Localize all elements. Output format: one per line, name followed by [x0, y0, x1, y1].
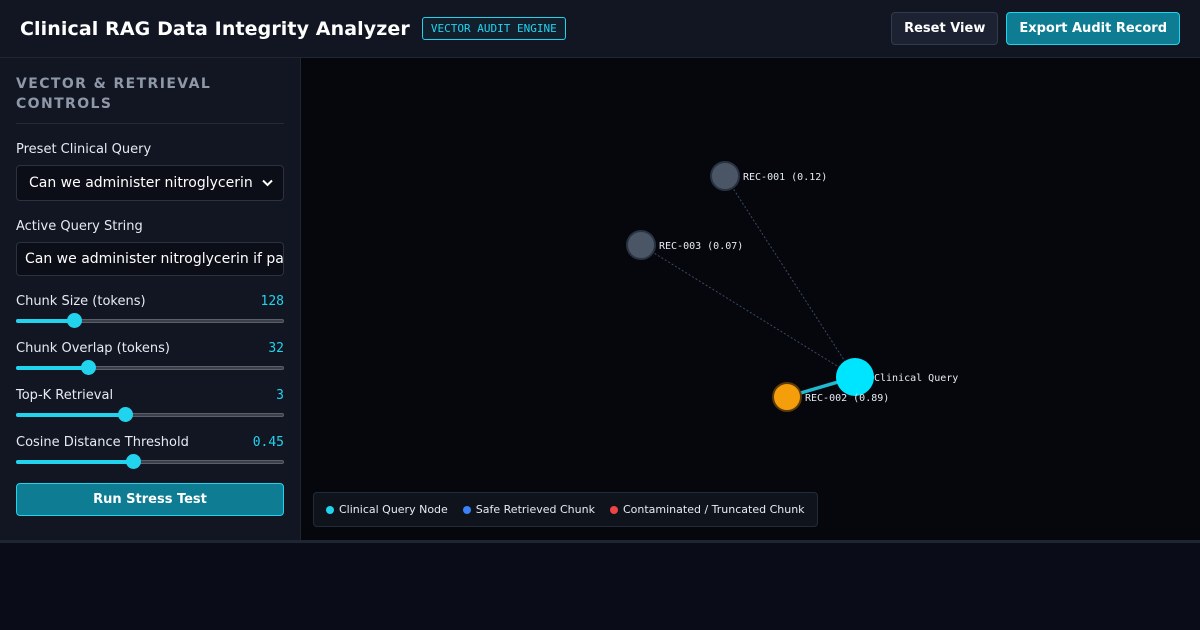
- chunk-label: REC-003 (0.07): [659, 241, 743, 252]
- vector-graph[interactable]: REC-001 (0.12) REC-003 (0.07) REC-002 (0…: [301, 58, 1200, 540]
- graph-legend: Clinical Query Node Safe Retrieved Chunk…: [313, 492, 818, 527]
- top-k-header: Top-K Retrieval 3: [16, 388, 284, 403]
- chunk-node-rec-001[interactable]: [710, 161, 740, 191]
- chunk-overlap-label: Chunk Overlap (tokens): [16, 341, 170, 356]
- slider-thumb[interactable]: [118, 407, 134, 422]
- slider-thumb[interactable]: [67, 313, 83, 328]
- chunk-node-rec-003[interactable]: [626, 230, 656, 260]
- engine-badge: VECTOR AUDIT ENGINE: [421, 17, 566, 40]
- slider-fill: [16, 460, 134, 464]
- chunk-size-slider[interactable]: [16, 313, 284, 328]
- chunk-label: REC-001 (0.12): [743, 172, 827, 183]
- app-header: Clinical RAG Data Integrity Analyzer VEC…: [0, 0, 1200, 58]
- legend-label: Clinical Query Node: [339, 503, 448, 516]
- top-k-label: Top-K Retrieval: [16, 388, 114, 403]
- chunk-overlap-group: Chunk Overlap (tokens) 32: [16, 341, 284, 375]
- chunk-size-group: Chunk Size (tokens) 128: [16, 294, 284, 328]
- cosine-threshold-label: Cosine Distance Threshold: [16, 435, 189, 450]
- slider-fill: [16, 413, 126, 417]
- chevron-down-icon: [262, 177, 273, 190]
- cosine-threshold-slider[interactable]: [16, 454, 284, 469]
- chunk-overlap-value: 32: [268, 341, 284, 356]
- clinical-query-node[interactable]: [836, 358, 874, 396]
- legend-dot-safe: [462, 505, 471, 514]
- legend-dot-contaminated: [609, 505, 618, 514]
- chunk-size-label: Chunk Size (tokens): [16, 294, 146, 309]
- legend-item: Safe Retrieved Chunk: [462, 503, 595, 516]
- active-query-label: Active Query String: [16, 219, 143, 234]
- preset-query-select[interactable]: Can we administer nitroglycerin if pa: [16, 165, 284, 201]
- active-query-input[interactable]: Can we administer nitroglycerin if pa: [16, 242, 284, 276]
- legend-label: Safe Retrieved Chunk: [475, 503, 595, 516]
- top-k-slider[interactable]: [16, 407, 284, 422]
- chunk-overlap-header: Chunk Overlap (tokens) 32: [16, 341, 284, 356]
- top-k-value: 3: [276, 388, 284, 403]
- header-actions: Reset View Export Audit Record: [891, 12, 1180, 45]
- query-node-label: Clinical Query: [874, 373, 958, 384]
- cosine-threshold-group: Cosine Distance Threshold 0.45: [16, 435, 284, 469]
- legend-item: Contaminated / Truncated Chunk: [609, 503, 805, 516]
- legend-label: Contaminated / Truncated Chunk: [622, 503, 805, 516]
- chunk-overlap-slider[interactable]: [16, 360, 284, 375]
- slider-fill: [16, 366, 89, 370]
- reset-view-button[interactable]: Reset View: [891, 12, 999, 45]
- preset-query-group: Preset Clinical Query Can we administer …: [16, 142, 284, 201]
- graph-edge: [724, 175, 856, 378]
- top-k-group: Top-K Retrieval 3: [16, 388, 284, 422]
- active-query-group: Active Query String Can we administer ni…: [16, 219, 284, 276]
- chunk-size-value: 128: [260, 294, 284, 309]
- chunk-label: REC-002 (0.89): [805, 393, 889, 404]
- run-stress-test-button[interactable]: Run Stress Test: [16, 483, 284, 516]
- bottom-panel: [0, 540, 1200, 630]
- slider-thumb[interactable]: [126, 454, 142, 469]
- slider-thumb[interactable]: [80, 360, 96, 375]
- slider-fill: [16, 319, 75, 323]
- slider-list: Chunk Size (tokens) 128 Chunk Overlap (tok…: [16, 294, 284, 469]
- chunk-node-rec-002[interactable]: [772, 382, 802, 412]
- cosine-threshold-value: 0.45: [252, 435, 284, 450]
- legend-item: Clinical Query Node: [326, 503, 448, 516]
- export-audit-button[interactable]: Export Audit Record: [1006, 12, 1180, 45]
- graph-edge: [640, 244, 856, 378]
- preset-query-value: Can we administer nitroglycerin if pa: [29, 175, 258, 191]
- legend-dot-query: [326, 505, 334, 514]
- app-title: Clinical RAG Data Integrity Analyzer: [20, 17, 410, 40]
- cosine-threshold-header: Cosine Distance Threshold 0.45: [16, 435, 284, 450]
- controls-sidebar: VECTOR & RETRIEVAL CONTROLS Preset Clini…: [0, 58, 301, 540]
- chunk-size-header: Chunk Size (tokens) 128: [16, 294, 284, 309]
- preset-query-label: Preset Clinical Query: [16, 142, 152, 157]
- sidebar-heading: VECTOR & RETRIEVAL CONTROLS: [16, 74, 284, 124]
- graph-canvas[interactable]: REC-001 (0.12) REC-003 (0.07) REC-002 (0…: [301, 58, 1200, 540]
